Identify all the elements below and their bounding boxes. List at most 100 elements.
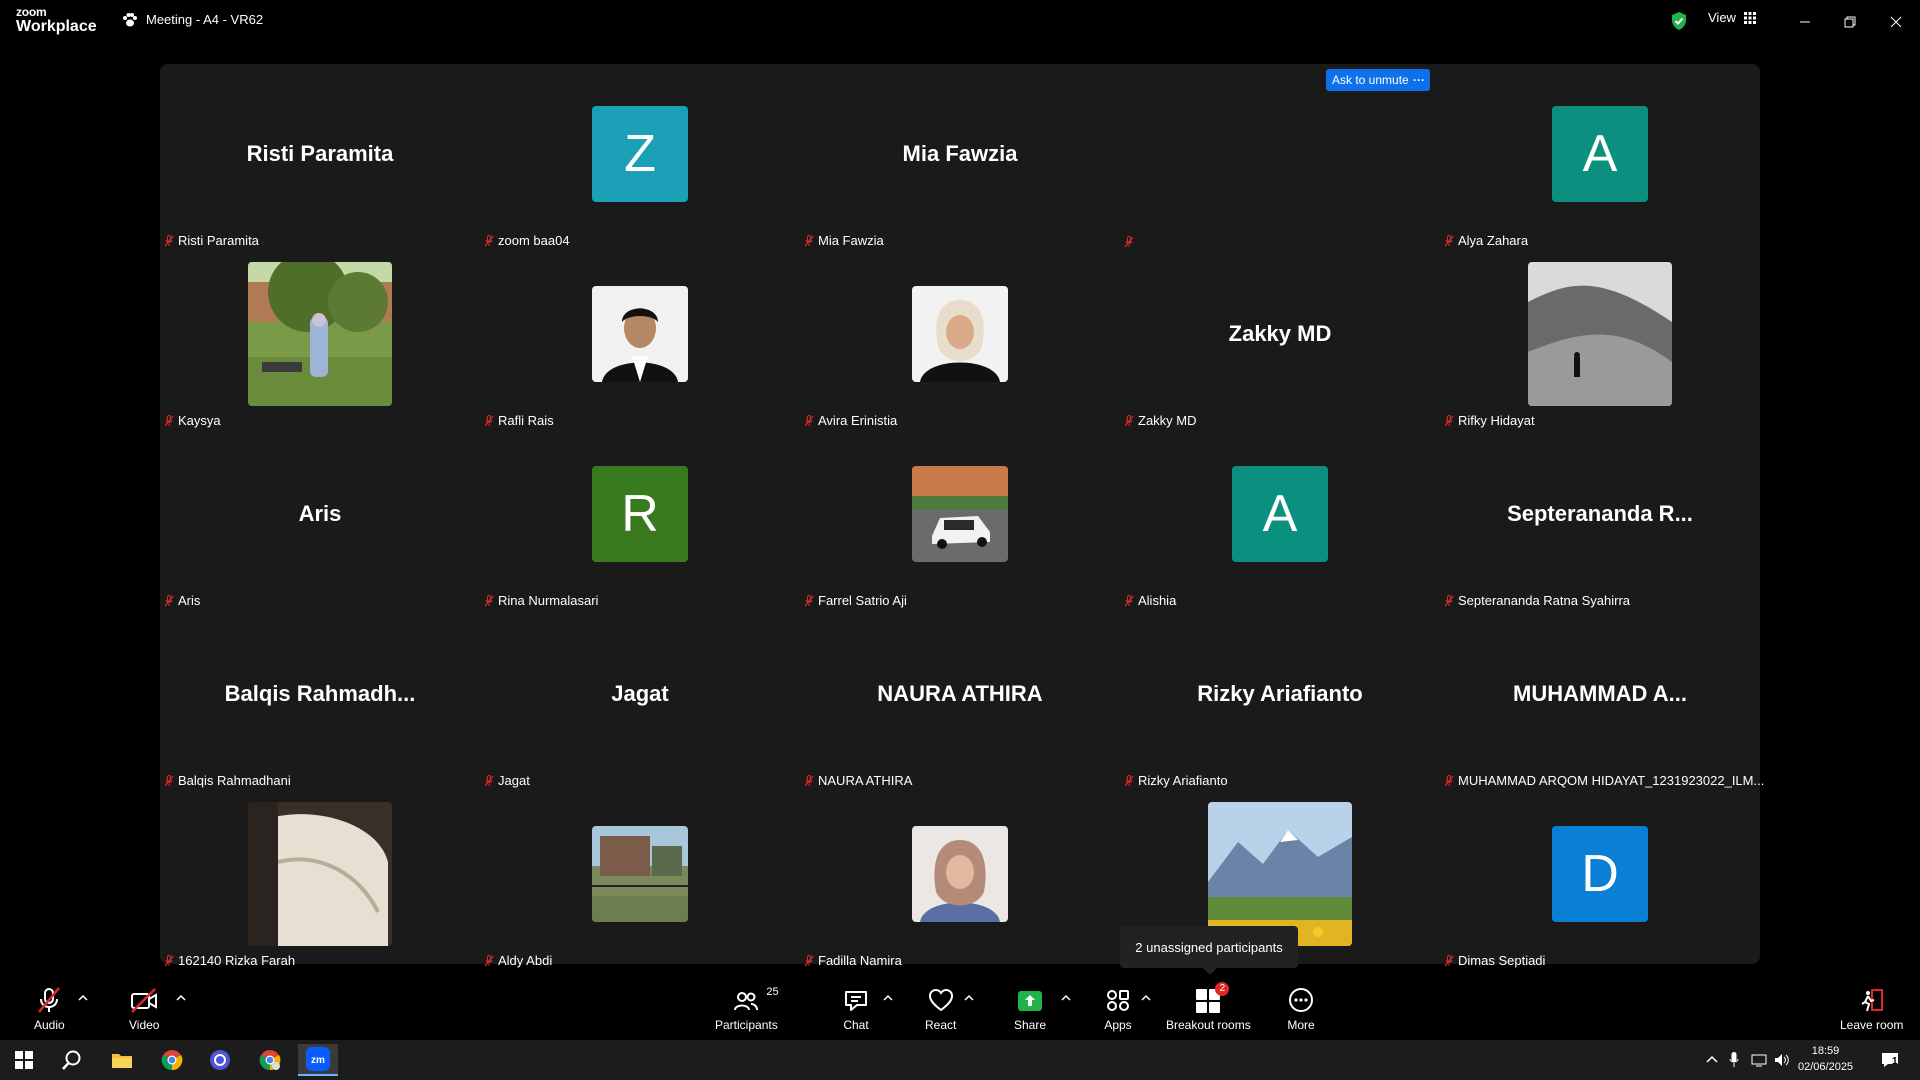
participant-tile[interactable]: Aris Aris: [160, 424, 480, 608]
participant-avatar: A: [1552, 106, 1648, 202]
participant-display-name: MUHAMMAD A...: [1513, 681, 1687, 706]
participant-tile[interactable]: Balqis Rahmadh... Balqis Rahmadhani: [160, 604, 480, 788]
more-button[interactable]: More: [1287, 986, 1315, 1032]
restore-icon: [1844, 16, 1856, 28]
video-options-chevron-up-icon[interactable]: [176, 994, 186, 1002]
meeting-info[interactable]: Meeting - A4 - VR62: [122, 12, 263, 27]
taskbar-time: 18:59: [1811, 1045, 1840, 1057]
taskbar-chrome-profile[interactable]: [250, 1044, 290, 1076]
participant-tile[interactable]: D Dimas Septiadi: [1440, 784, 1760, 968]
apps-label: Apps: [1104, 1018, 1132, 1032]
tray-microphone-icon[interactable]: [1729, 1052, 1739, 1068]
participant-avatar: Z: [592, 106, 688, 202]
participants-button[interactable]: 25 Participants: [715, 986, 779, 1032]
participant-tile[interactable]: Rizky Ariafianto Rizky Ariafianto: [1120, 604, 1440, 788]
more-label: More: [1287, 1018, 1315, 1032]
logo-workplace-text: Workplace: [16, 18, 97, 35]
apps-options-chevron-up-icon[interactable]: [1141, 994, 1151, 1002]
react-button[interactable]: React: [925, 986, 956, 1032]
participant-photo: [912, 286, 1008, 382]
participant-tile[interactable]: Zzoom baa04: [480, 64, 800, 248]
participant-tile[interactable]: Rafli Rais: [480, 244, 800, 428]
restore-button[interactable]: [1838, 10, 1862, 34]
participant-tile[interactable]: Farrel Satrio Aji: [800, 424, 1120, 608]
minimize-button[interactable]: [1793, 10, 1817, 34]
participant-tile[interactable]: Aldy Abdi: [480, 784, 800, 968]
participant-display-name: Balqis Rahmadh...: [224, 681, 416, 706]
taskbar-date: 02/06/2025: [1798, 1061, 1854, 1073]
participant-tile[interactable]: Risti Paramita Risti Paramita: [160, 64, 480, 248]
leave-room-button[interactable]: Leave room: [1840, 986, 1903, 1032]
participant-tile[interactable]: 162140 Rizka Farah: [160, 784, 480, 968]
participant-photo: [912, 466, 1008, 562]
participant-tile[interactable]: [1120, 64, 1440, 248]
participant-tile[interactable]: A Alya Zahara: [1440, 64, 1760, 248]
participant-display-name: Risti Paramita: [246, 141, 394, 166]
share-button[interactable]: Share: [1014, 986, 1046, 1032]
participant-tile[interactable]: Rifky Hidayat: [1440, 244, 1760, 428]
meeting-toolbar: Audio Video 25 Participants Chat React S…: [0, 980, 1920, 1040]
breakout-rooms-button[interactable]: 2 Breakout rooms: [1166, 982, 1251, 1032]
participant-avatar: R: [592, 466, 688, 562]
taskbar-app-blue[interactable]: [200, 1044, 240, 1076]
participant-display-name: Zakky MD: [1228, 321, 1332, 346]
participant-tile[interactable]: Mia Fawzia Mia Fawzia: [800, 64, 1120, 248]
chat-label: Chat: [843, 1018, 869, 1032]
participant-avatar: A: [1232, 466, 1328, 562]
participants-icon: [734, 992, 759, 1011]
participant-display-name: NAURA ATHIRA: [877, 681, 1043, 706]
zoom-workplace-logo: zoom Workplace: [16, 6, 97, 35]
participant-nameplate: Aldy Abdi: [484, 953, 552, 968]
muted-microphone-icon: [38, 987, 61, 1013]
view-button[interactable]: View: [1708, 10, 1756, 25]
participant-tile[interactable]: Avira Erinistia: [800, 244, 1120, 428]
participant-photo: [1208, 802, 1352, 946]
audio-label: Audio: [34, 1018, 65, 1032]
start-button[interactable]: [4, 1044, 44, 1076]
tray-volume-icon[interactable]: [1774, 1052, 1790, 1068]
windows-taskbar: zm 18:59 02/06/2025 1: [0, 1040, 1920, 1080]
more-dots-icon: [1289, 988, 1313, 1012]
participant-tile[interactable]: Kaysya: [160, 244, 480, 428]
chat-button[interactable]: Chat: [842, 986, 870, 1032]
participant-photo: [592, 286, 688, 382]
apps-button[interactable]: Apps: [1104, 986, 1132, 1032]
participant-display-name: Rizky Ariafianto: [1197, 681, 1363, 706]
participant-tile[interactable]: Zakky MD Zakky MD: [1120, 244, 1440, 428]
audio-button[interactable]: Audio: [34, 986, 65, 1032]
participant-display-name: Mia Fawzia: [902, 141, 1018, 166]
chat-options-chevron-up-icon[interactable]: [883, 994, 893, 1002]
leave-room-label: Leave room: [1840, 1018, 1904, 1032]
taskbar-file-explorer[interactable]: [102, 1044, 142, 1076]
notification-center-button[interactable]: 1: [1880, 1050, 1900, 1070]
participant-display-name: Septerananda R...: [1507, 501, 1693, 526]
grid-icon: [1743, 11, 1756, 24]
participant-name-label: 162140 Rizka Farah: [178, 953, 296, 968]
react-options-chevron-up-icon[interactable]: [964, 994, 974, 1002]
taskbar-clock[interactable]: 18:59 02/06/2025: [1798, 1043, 1853, 1075]
taskbar-search-button[interactable]: [52, 1044, 92, 1076]
audio-options-chevron-up-icon[interactable]: [78, 994, 88, 1002]
tray-network-icon[interactable]: [1751, 1053, 1767, 1067]
heart-icon: [928, 988, 953, 1012]
paw-icon: [123, 12, 137, 26]
video-button[interactable]: Video: [129, 986, 159, 1032]
zoom-app-icon: zm: [306, 1047, 330, 1071]
participant-display-name: Jagat: [611, 681, 669, 706]
minimize-icon: [1800, 21, 1810, 23]
close-button[interactable]: [1884, 10, 1908, 34]
tray-chevron-up-icon[interactable]: [1706, 1055, 1718, 1063]
participant-tile[interactable]: Fadilla Namira: [800, 784, 1120, 968]
participant-tile[interactable]: R Rina Nurmalasari: [480, 424, 800, 608]
notification-count: 1: [1892, 1056, 1898, 1067]
participant-tile[interactable]: NAURA ATHIRA NAURA ATHIRA: [800, 604, 1120, 788]
participant-tile[interactable]: A Alishia: [1120, 424, 1440, 608]
taskbar-zoom[interactable]: zm: [298, 1044, 338, 1076]
taskbar-chrome[interactable]: [152, 1044, 192, 1076]
participant-tile[interactable]: Septerananda R... Septerananda Ratna Syah…: [1440, 424, 1760, 608]
participants-label: Participants: [715, 1018, 778, 1032]
participant-tile[interactable]: MUHAMMAD A... MUHAMMAD ARQOM HIDAYAT_1231…: [1440, 604, 1764, 788]
shield-check-icon[interactable]: [1670, 11, 1688, 31]
participant-tile[interactable]: Jagat Jagat: [480, 604, 800, 788]
share-options-chevron-up-icon[interactable]: [1061, 994, 1071, 1002]
